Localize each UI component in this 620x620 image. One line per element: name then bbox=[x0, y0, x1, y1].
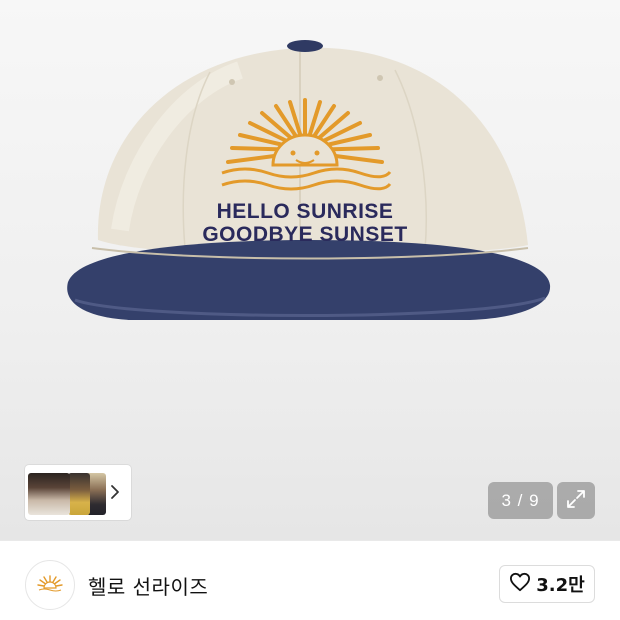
sun-logo-icon bbox=[37, 575, 63, 592]
brand-name[interactable]: 헬로 선라이즈 bbox=[88, 571, 208, 600]
thumbnail-strip[interactable] bbox=[25, 465, 131, 520]
thumbnail-image[interactable] bbox=[68, 472, 90, 515]
brand-logo[interactable] bbox=[25, 560, 75, 610]
cap-embroidery-line1: HELLO SUNRISE bbox=[217, 200, 394, 223]
product-image[interactable]: HELLO SUNRISE GOODBYE SUNSET bbox=[0, 0, 620, 540]
expand-button[interactable] bbox=[557, 482, 595, 519]
like-count: 3.2만 bbox=[536, 575, 585, 596]
expand-arrows-icon bbox=[565, 488, 587, 514]
heart-outline-icon bbox=[509, 572, 531, 596]
image-counter: 3 / 9 bbox=[488, 482, 553, 519]
cap-embroidery-line2: GOODBYE SUNSET bbox=[202, 223, 407, 246]
chevron-right-icon[interactable] bbox=[107, 483, 123, 501]
like-button[interactable]: 3.2만 bbox=[499, 565, 595, 603]
thumbnail-stack[interactable] bbox=[28, 470, 106, 516]
brand-row[interactable]: 헬로 선라이즈 3.2만 bbox=[0, 541, 620, 620]
thumbnail-image[interactable] bbox=[28, 472, 70, 515]
product-image-gallery[interactable]: HELLO SUNRISE GOODBYE SUNSET 3 / 9 bbox=[0, 0, 620, 540]
